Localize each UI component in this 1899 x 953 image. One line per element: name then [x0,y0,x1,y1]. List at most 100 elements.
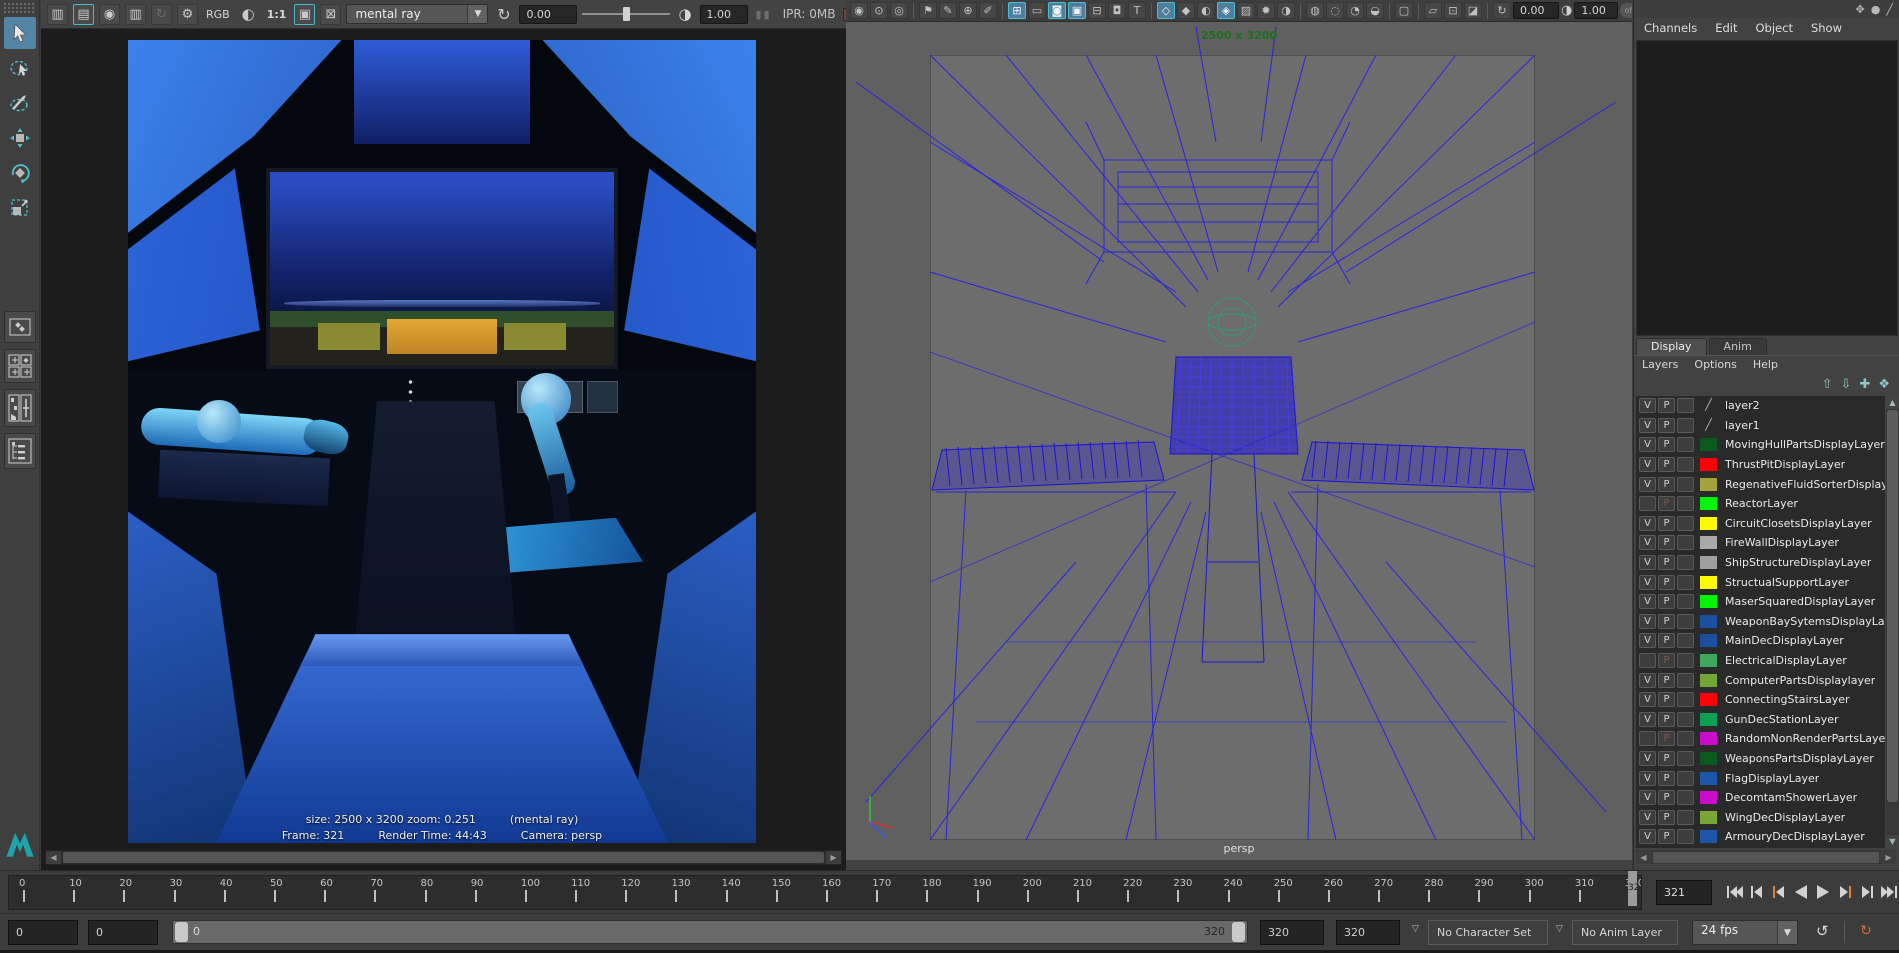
layer-row[interactable]: V P FlagDisplayLayer [1636,768,1885,788]
layer-visibility-toggle[interactable]: V [1639,516,1656,531]
safe-action-icon[interactable]: ◘ [1108,2,1126,19]
layer-row[interactable]: V P ╱ layer2 [1636,396,1885,416]
current-frame-field[interactable]: 321 [1656,880,1712,905]
fog-icon[interactable]: ◒ [1366,2,1384,19]
half-shade-icon[interactable]: ◐ [1197,2,1215,19]
layer-name[interactable]: RegenativeFluidSorterDisplayL [1725,478,1885,491]
layer-visibility-toggle[interactable]: V [1639,594,1656,609]
layer-color-swatch[interactable] [1700,478,1717,491]
gamma-field[interactable]: 1.00 [700,5,748,24]
layer-color-swatch[interactable] [1700,693,1717,706]
layer-visibility-toggle[interactable]: V [1639,575,1656,590]
layer-row[interactable]: V P DecomtamShowerLayer [1636,788,1885,808]
remove-image-icon[interactable]: ⊠ [320,4,341,25]
layer-row[interactable]: P RandomNonRenderPartsLayer [1636,729,1885,749]
layer-visibility-toggle[interactable]: V [1639,614,1656,629]
layer-name[interactable]: ThrustPitDisplayLayer [1725,458,1845,471]
layer-color-swatch[interactable] [1700,830,1717,843]
refresh-render-icon[interactable]: ↻ [493,4,514,25]
layer-playback-toggle[interactable]: P [1658,653,1675,668]
step-forward-frame-button[interactable] [1856,879,1877,905]
layer-mode-toggle[interactable] [1677,594,1694,609]
layer-playback-toggle[interactable]: P [1658,457,1675,472]
layer-visibility-toggle[interactable]: V [1639,673,1656,688]
scroll-up-icon[interactable]: ▲ [1886,396,1899,409]
resolution-gate-icon[interactable]: ◙ [1048,2,1066,19]
layer-color-swatch[interactable] [1700,615,1717,628]
channel-box-menu-item[interactable]: Show [1811,21,1842,35]
viewport-exposure-field[interactable]: 0.00 [1513,2,1559,19]
animation-start-field[interactable]: 0 [8,920,78,945]
render-current-frame-icon[interactable]: ▥ [47,4,68,25]
render-sphere-icon[interactable]: ● [1871,3,1881,16]
channel-box-empty-area[interactable] [1636,40,1898,336]
one-to-one-button[interactable]: 1:1 [264,6,290,23]
layer-mode-toggle[interactable] [1677,575,1694,590]
layer-color-swatch[interactable]: ╱ [1700,399,1717,412]
playback-loop-icon[interactable]: ↺ [1816,922,1829,940]
layer-color-swatch[interactable] [1700,438,1717,451]
scroll-left-icon[interactable]: ◀ [1636,851,1651,864]
layer-color-swatch[interactable] [1700,791,1717,804]
go-to-start-button[interactable] [1724,879,1745,905]
layer-color-swatch[interactable] [1700,732,1717,745]
wireframe-icon[interactable]: ◇ [1157,2,1175,19]
layer-name[interactable]: FireWallDisplayLayer [1725,536,1839,549]
layer-name[interactable]: WeaponBaySytemsDisplayLaye [1725,615,1885,628]
rotate-tool-button[interactable] [4,157,36,189]
rendered-image[interactable]: size: 2500 x 3200 zoom: 0.251 (mental ra… [128,40,756,843]
grid-icon[interactable]: ⊞ [1008,2,1026,19]
keep-image-icon[interactable]: ▣ [294,4,315,25]
scale-tool-button[interactable] [4,192,36,224]
layer-row[interactable]: V P CircuitClosetsDisplayLayer [1636,514,1885,534]
fps-dropdown[interactable]: 24 fps ▼ [1692,920,1798,945]
playback-end-field[interactable]: 320 [1260,920,1324,945]
alpha-channel-button[interactable]: ◐ [238,4,259,25]
layer-mode-toggle[interactable] [1677,418,1694,433]
layer-visibility-toggle[interactable]: V [1639,633,1656,648]
layer-row[interactable]: V P RegenativeFluidSorterDisplayL [1636,474,1885,494]
renderer-dropdown[interactable]: mental ray ▼ [346,4,488,24]
layer-color-swatch[interactable] [1700,556,1717,569]
slider-thumb[interactable] [623,7,630,21]
lock-camera-icon[interactable]: ⊙ [870,2,888,19]
layer-row[interactable]: V P MainDecDisplayLayer [1636,631,1885,651]
layer-playback-toggle[interactable]: P [1658,712,1675,727]
layer-visibility-toggle[interactable]: V [1639,535,1656,550]
layer-color-swatch[interactable] [1700,536,1717,549]
layer-color-swatch[interactable] [1700,458,1717,471]
layer-mode-toggle[interactable] [1677,712,1694,727]
layer-row[interactable]: V P ConnectingStairsLayer [1636,690,1885,710]
layer-list-vscrollbar[interactable]: ▲ ▼ [1886,396,1899,848]
layer-row[interactable]: V P WingDecDisplayLayer [1636,807,1885,827]
move-tool-button[interactable] [4,122,36,154]
layer-row[interactable]: V P ComputerPartsDisplaylayer [1636,670,1885,690]
layer-visibility-toggle[interactable]: V [1639,457,1656,472]
layer-mode-toggle[interactable] [1677,692,1694,707]
ipr-render-icon[interactable]: ▥ [125,4,146,25]
grease-pencil-icon[interactable]: ✐ [979,2,997,19]
scroll-thumb[interactable] [1653,852,1879,863]
character-set-selector[interactable]: No Character Set [1428,920,1548,945]
viewport-canvas[interactable]: 2500 x 3200 persp [846,22,1632,860]
layer-name[interactable]: DecomtamShowerLayer [1725,791,1857,804]
snapshot-icon[interactable]: ◉ [99,4,120,25]
isolate-select-icon[interactable]: ▢ [1395,2,1413,19]
layer-row[interactable]: V P WeaponBaySytemsDisplayLaye [1636,612,1885,632]
film-gate-icon[interactable]: ▭ [1028,2,1046,19]
layer-mode-toggle[interactable] [1677,771,1694,786]
layer-row[interactable]: V P MaserSquaredDisplayLayer [1636,592,1885,612]
layer-playback-toggle[interactable]: P [1658,535,1675,550]
scroll-down-icon[interactable]: ▼ [1886,835,1899,848]
layer-row[interactable]: V P FireWallDisplayLayer [1636,533,1885,553]
layer-name[interactable]: ShipStructureDisplayLayer [1725,556,1871,569]
layer-list-hscrollbar[interactable]: ◀ ▶ [1636,850,1896,864]
layer-visibility-toggle[interactable]: V [1639,829,1656,844]
layer-playback-toggle[interactable]: P [1658,633,1675,648]
layer-row[interactable]: P ElectricalDisplayLayer [1636,651,1885,671]
layer-playback-toggle[interactable]: P [1658,614,1675,629]
scroll-right-icon[interactable]: ▶ [826,851,841,864]
redo-previous-render-icon[interactable]: ▤ [73,4,94,25]
select-camera-icon[interactable]: ◉ [850,2,868,19]
layer-color-swatch[interactable] [1700,595,1717,608]
